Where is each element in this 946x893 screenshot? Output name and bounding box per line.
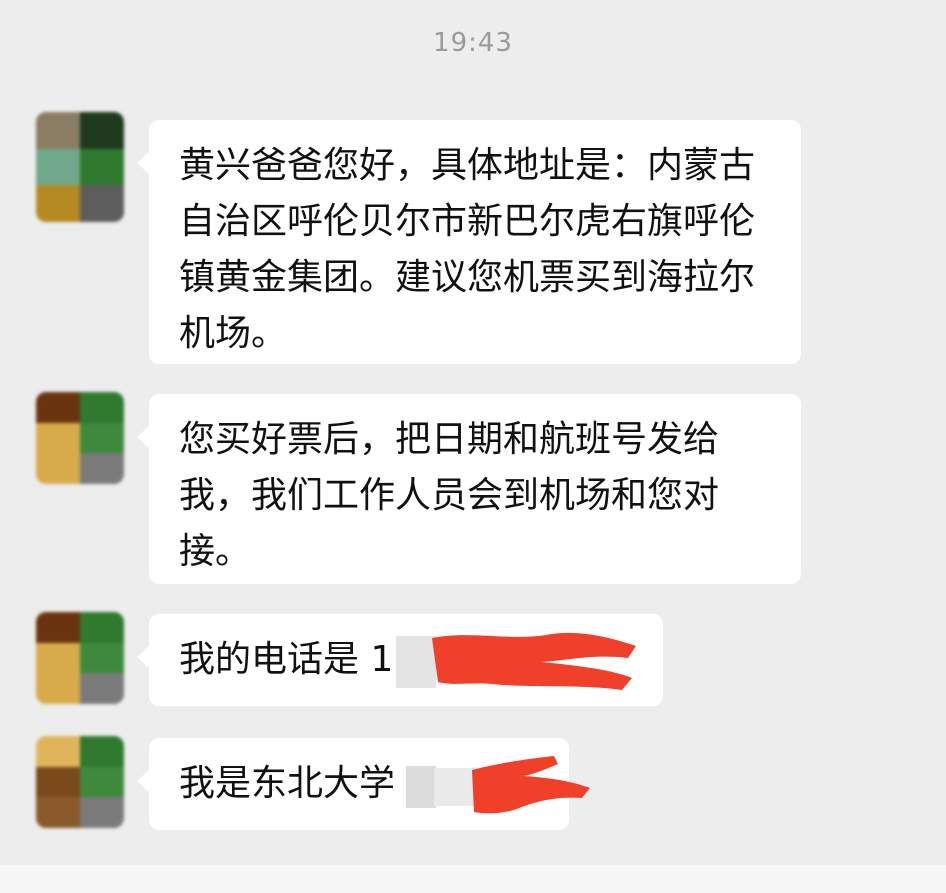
message-text: 我的电话是 1 [179,639,394,680]
message-text: 我是东北大学 [179,763,396,804]
avatar[interactable] [36,736,124,828]
bottom-bar [0,865,946,893]
name-redaction [406,756,590,814]
chat-timestamp: 19:43 [433,28,513,58]
phone-redaction [396,632,636,690]
message-bubble[interactable]: 您买好票后，把日期和航班号发给我，我们工作人员会到机场和您对接。 [137,394,801,584]
message-text: 您买好票后，把日期和航班号发给我，我们工作人员会到机场和您对接。 [179,419,720,572]
message-bubble[interactable]: 黄兴爸爸您好，具体地址是：内蒙古自治区呼伦贝尔市新巴尔虎右旗呼伦镇黄金集团。建议… [137,120,801,364]
avatar[interactable] [36,612,124,704]
avatar[interactable] [36,392,124,484]
avatar[interactable] [36,112,124,222]
message-text: 黄兴爸爸您好，具体地址是：内蒙古自治区呼伦贝尔市新巴尔虎右旗呼伦镇黄金集团。建议… [179,145,756,354]
